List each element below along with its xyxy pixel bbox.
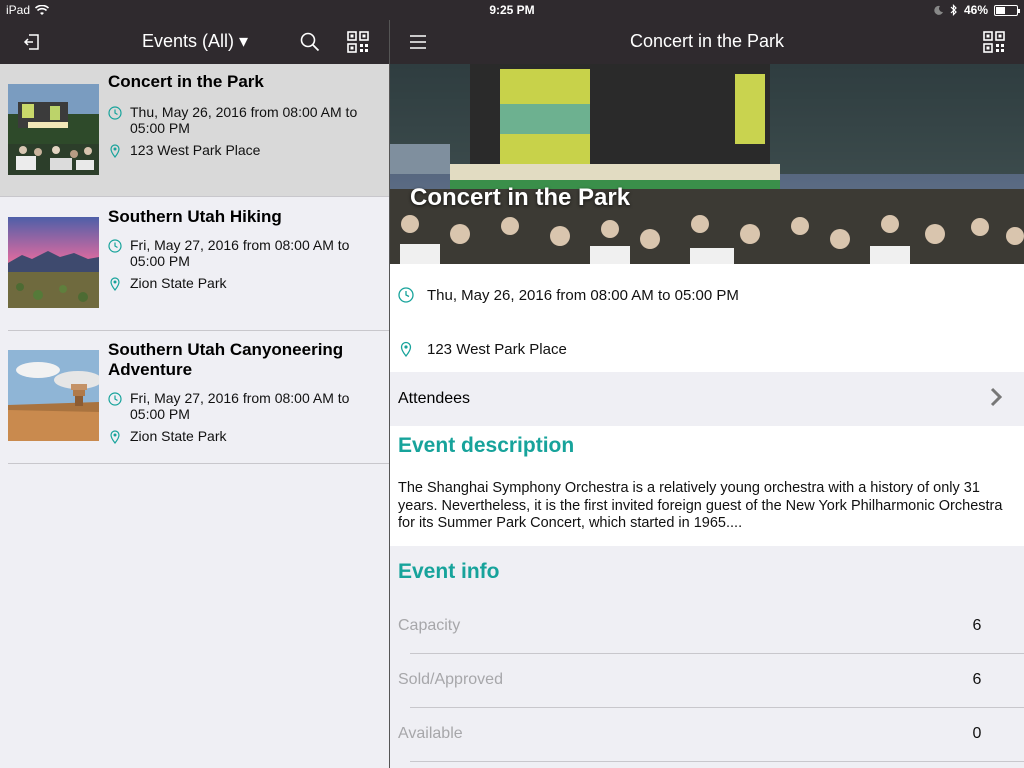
event-location: Zion State Park bbox=[130, 275, 227, 291]
battery-percent: 46% bbox=[963, 3, 988, 17]
clock-icon bbox=[398, 287, 414, 303]
event-thumbnail-canyoneering bbox=[8, 350, 99, 441]
available-row: Available 0 bbox=[390, 708, 1024, 762]
sold-approved-label: Sold/Approved bbox=[398, 671, 503, 688]
location-pin-icon bbox=[110, 144, 120, 158]
clock-icon bbox=[108, 106, 122, 120]
event-thumbnail-hiking bbox=[8, 217, 99, 308]
event-description-heading: Event description bbox=[398, 434, 575, 457]
detail-title: Concert in the Park bbox=[629, 31, 785, 51]
status-bar: iPad 9:25 PM 46% bbox=[0, 0, 1024, 20]
event-title: Concert in the Park bbox=[108, 72, 264, 91]
event-row-canyoneering[interactable]: Southern Utah Canyoneering Adventure Fri… bbox=[0, 330, 389, 464]
event-title: Southern Utah Canyoneering Adventure bbox=[108, 340, 344, 379]
logout-icon[interactable] bbox=[20, 30, 44, 54]
search-icon[interactable] bbox=[298, 30, 322, 54]
events-list: Concert in the Park Thu, May 26, 2016 fr… bbox=[0, 64, 389, 768]
moon-icon bbox=[934, 5, 943, 15]
event-hero-image: Concert in the Park bbox=[390, 64, 1024, 264]
qr-code-icon[interactable] bbox=[982, 30, 1006, 54]
detail-location: 123 West Park Place bbox=[427, 340, 567, 358]
clock-icon bbox=[108, 239, 122, 253]
chevron-right-icon bbox=[990, 387, 1002, 407]
event-date: Fri, May 27, 2016 from 08:00 AM to 05:00… bbox=[130, 390, 350, 422]
event-date: Fri, May 27, 2016 from 08:00 AM to 05:00… bbox=[130, 237, 350, 269]
event-row-concert[interactable]: Concert in the Park Thu, May 26, 2016 fr… bbox=[0, 64, 389, 197]
detail-date: Thu, May 26, 2016 from 08:00 AM to 05:00… bbox=[427, 286, 739, 304]
detail-date-row: Thu, May 26, 2016 from 08:00 AM to 05:00… bbox=[390, 268, 1024, 322]
attendees-label: Attendees bbox=[398, 390, 471, 407]
bluetooth-icon bbox=[950, 4, 957, 16]
sold-approved-row: Sold/Approved 6 bbox=[390, 654, 1024, 708]
event-description-text: The Shanghai Symphony Orchestra is a rel… bbox=[398, 480, 1003, 531]
location-pin-icon bbox=[110, 430, 120, 444]
attendees-row[interactable]: Attendees bbox=[390, 372, 1024, 426]
qr-code-icon[interactable] bbox=[346, 30, 370, 54]
event-row-hiking[interactable]: Southern Utah Hiking Fri, May 27, 2016 f… bbox=[0, 197, 389, 331]
events-filter-dropdown[interactable]: Events (All) ▾ bbox=[142, 31, 248, 52]
capacity-label: Capacity bbox=[398, 617, 461, 634]
event-info-section: Event info Capacity 6 Sold/Approved 6 Av… bbox=[390, 546, 1024, 768]
event-location: Zion State Park bbox=[130, 428, 227, 444]
row-separator bbox=[8, 463, 389, 464]
available-label: Available bbox=[398, 725, 463, 742]
detail-location-row: 123 West Park Place bbox=[390, 322, 1024, 376]
row-separator bbox=[410, 761, 1024, 762]
event-info-heading: Event info bbox=[398, 560, 500, 583]
capacity-value: 6 bbox=[972, 617, 982, 634]
clock-icon bbox=[108, 392, 122, 406]
sold-approved-value: 6 bbox=[972, 671, 982, 688]
clock: 9:25 PM bbox=[489, 3, 535, 17]
location-pin-icon bbox=[400, 341, 412, 357]
events-navbar: Events (All) ▾ bbox=[0, 20, 389, 64]
event-title: Southern Utah Hiking bbox=[108, 207, 282, 226]
event-location: 123 West Park Place bbox=[130, 142, 261, 158]
event-detail: Concert in the Park Thu, May 26, 2016 fr… bbox=[390, 64, 1024, 768]
event-thumbnail-concert bbox=[8, 84, 99, 175]
available-value: 0 bbox=[972, 725, 982, 742]
location-pin-icon bbox=[110, 277, 120, 291]
capacity-row: Capacity 6 bbox=[390, 600, 1024, 654]
battery-level bbox=[996, 6, 1005, 14]
battery-icon bbox=[994, 4, 1020, 16]
event-date: Thu, May 26, 2016 from 08:00 AM to 05:00… bbox=[130, 104, 358, 136]
hero-title: Concert in the Park bbox=[410, 184, 631, 211]
detail-navbar: Concert in the Park bbox=[390, 20, 1024, 64]
